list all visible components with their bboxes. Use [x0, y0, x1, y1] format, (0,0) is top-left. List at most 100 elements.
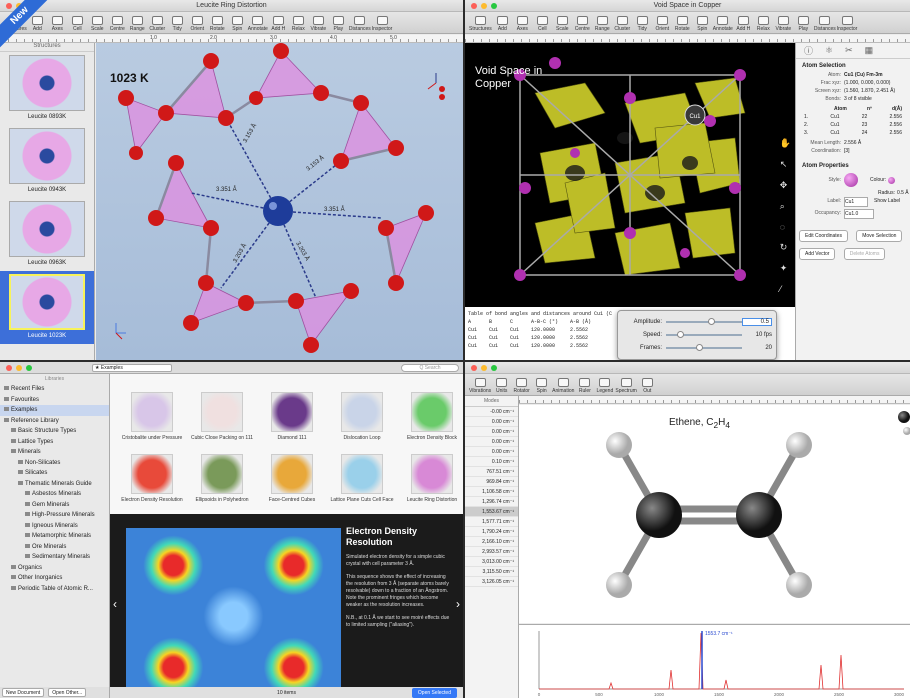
list-item[interactable]: 3,115.50 cm⁻¹	[465, 567, 518, 577]
toolbar-vibrations-button[interactable]: Vibrations	[469, 374, 491, 395]
example-item[interactable]: Dislocation Loop	[324, 392, 400, 441]
library-item-sedimentary-minerals[interactable]: Sedimentary Minerals	[0, 552, 109, 563]
magnify-icon[interactable]: ⌕	[780, 201, 791, 212]
list-item[interactable]: 3,126.05 cm⁻¹	[465, 577, 518, 587]
library-item-asbestos-minerals[interactable]: Asbestos Minerals	[0, 489, 109, 500]
example-item[interactable]: Electron Density Resolution	[114, 454, 190, 503]
example-item[interactable]: Cristobalite under Pressure	[114, 392, 190, 441]
structure-thumb[interactable]: Leucite 0963K	[0, 198, 94, 271]
amplitude-slider[interactable]	[666, 317, 742, 325]
toolbar-spin-button[interactable]: Spin	[228, 12, 247, 33]
list-item[interactable]: 767.51 cm⁻¹	[465, 467, 518, 477]
example-item[interactable]: Lattice Plane Cuts Cell Face	[324, 454, 400, 503]
toolbar-tidy-button[interactable]: Tidy	[168, 12, 187, 33]
minimize-icon[interactable]	[16, 365, 22, 371]
library-item-high-pressure-minerals[interactable]: High-Pressure Minerals	[0, 510, 109, 521]
library-item-favourites[interactable]: Favourites	[0, 395, 109, 406]
example-item[interactable]: Diamond 111	[254, 392, 330, 441]
list-item[interactable]: 1,296.74 cm⁻¹	[465, 497, 518, 507]
structure-thumb[interactable]: Leucite 0893K	[0, 52, 94, 125]
toolbar-cluster-button[interactable]: Cluster	[148, 12, 167, 33]
toolbar-cluster-button[interactable]: Cluster	[613, 12, 632, 33]
library-item-silicates[interactable]: Silicates	[0, 468, 109, 479]
list-item[interactable]: 1,577.71 cm⁻¹	[465, 517, 518, 527]
toolbar-scale-button[interactable]: Scale	[88, 12, 107, 33]
list-item[interactable]: 0.00 cm⁻¹	[465, 437, 518, 447]
library-item-basic-structure-types[interactable]: Basic Structure Types	[0, 426, 109, 437]
toolbar-scale-button[interactable]: Scale	[553, 12, 572, 33]
library-item-examples[interactable]: Examples	[0, 405, 109, 416]
new-document-button[interactable]: New Document	[2, 688, 45, 697]
occupancy-field[interactable]: Cu1.0	[844, 209, 874, 219]
library-item-thematic-minerals-guide[interactable]: Thematic Minerals Guide	[0, 479, 109, 490]
close-icon[interactable]	[471, 365, 477, 371]
list-item[interactable]: 2,993.57 cm⁻¹	[465, 547, 518, 557]
structure-thumb-selected[interactable]: Leucite 1023K	[0, 271, 94, 344]
toolbar-legend-button[interactable]: Legend	[595, 374, 614, 395]
list-item[interactable]: 0.10 cm⁻¹	[465, 457, 518, 467]
toolbar-distances-button[interactable]: Distances	[814, 12, 836, 33]
toolbar-units-button[interactable]: Units	[492, 374, 511, 395]
list-item[interactable]: 0.00 cm⁻¹	[465, 447, 518, 457]
library-item-metamorphic-minerals[interactable]: Metamorphic Minerals	[0, 531, 109, 542]
amplitude-field[interactable]: 0.5	[742, 317, 772, 326]
toolbar-inspector-button[interactable]: Inspector	[837, 12, 857, 33]
structure-thumb[interactable]: Leucite 0943K	[0, 125, 94, 198]
toolbar-spin-button[interactable]: Spin	[693, 12, 712, 33]
library-item-reference-library[interactable]: Reference Library	[0, 416, 109, 427]
toolbar-range-button[interactable]: Range	[128, 12, 147, 33]
zoom-icon[interactable]	[491, 365, 497, 371]
search-input[interactable]: Q Search	[401, 364, 459, 372]
info-icon[interactable]: ⓘ	[804, 44, 813, 57]
library-item-periodic-table-of-atomic-r[interactable]: Periodic Table of Atomic R...	[0, 584, 109, 595]
breadcrumb[interactable]: ★ Examples	[92, 364, 172, 372]
structure-view[interactable]: 1023 K 3.153 Å 3.153 Å 3.351 Å 3.351 Å 3…	[96, 43, 463, 360]
toolbar-vibrate-button[interactable]: Vibrate	[309, 12, 328, 33]
list-item[interactable]: 1,106.58 cm⁻¹	[465, 487, 518, 497]
hand-icon[interactable]: ✋	[780, 138, 791, 149]
move-icon[interactable]: ✥	[780, 180, 791, 191]
speed-slider[interactable]	[666, 330, 742, 338]
toolbar-play-button[interactable]: Play	[794, 12, 813, 33]
toolbar-cell-button[interactable]: Cell	[533, 12, 552, 33]
pointer-icon[interactable]: ↖	[780, 159, 791, 170]
next-arrow-icon[interactable]: ›	[456, 597, 460, 611]
toolbar-annotate-button[interactable]: Annotate	[713, 12, 733, 33]
toolbar-ruler-button[interactable]: Ruler	[575, 374, 594, 395]
toolbar-centre-button[interactable]: Centre	[573, 12, 592, 33]
list-item[interactable]: 1,553.67 cm⁻¹	[465, 507, 518, 517]
library-item-gem-minerals[interactable]: Gem Minerals	[0, 500, 109, 511]
close-icon[interactable]	[6, 365, 12, 371]
library-item-lattice-types[interactable]: Lattice Types	[0, 437, 109, 448]
toolbar-distances-button[interactable]: Distances	[349, 12, 371, 33]
toolbar-spectrum-button[interactable]: Spectrum	[615, 374, 637, 395]
toolbar-centre-button[interactable]: Centre	[108, 12, 127, 33]
toolbar-tidy-button[interactable]: Tidy	[633, 12, 652, 33]
list-item[interactable]: 3,013.00 cm⁻¹	[465, 557, 518, 567]
edit-coordinates-button[interactable]: Edit Coordinates	[799, 230, 848, 242]
list-item[interactable]: 969.84 cm⁻¹	[465, 477, 518, 487]
example-item[interactable]: Ellipsoids in Polyhedron	[184, 454, 260, 503]
atom-icon[interactable]: ⚛	[825, 45, 833, 56]
toolbar-axes-button[interactable]: Axes	[48, 12, 67, 33]
list-item[interactable]: 0.00 cm⁻¹	[465, 417, 518, 427]
molecule-view[interactable]: Ethene, C2H4	[519, 405, 910, 623]
structure-view[interactable]: Cu1 Void Space in Copper ✋ ↖ ✥ ⌕ ◌ ↻ ✦ ⁄	[465, 43, 795, 307]
toolbar-range-button[interactable]: Range	[593, 12, 612, 33]
frames-slider[interactable]	[666, 343, 742, 351]
example-item[interactable]: Leucite Ring Distortion	[394, 454, 463, 503]
colour-well[interactable]	[888, 176, 896, 184]
toolbar-add-h-button[interactable]: Add H	[269, 12, 288, 33]
wand-icon[interactable]: ✦	[780, 263, 791, 274]
toolbar-orient-button[interactable]: Orient	[188, 12, 207, 33]
open-selected-button[interactable]: Open Selected	[411, 688, 457, 698]
toolbar-relax-button[interactable]: Relax	[754, 12, 773, 33]
toolbar-rotate-button[interactable]: Rotate	[208, 12, 227, 33]
library-item-organics[interactable]: Organics	[0, 563, 109, 574]
delete-atoms-button[interactable]: Delete Atoms	[843, 248, 886, 260]
list-item[interactable]: 0.00 cm⁻¹	[465, 427, 518, 437]
toolbar-play-button[interactable]: Play	[329, 12, 348, 33]
toolbar-orient-button[interactable]: Orient	[653, 12, 672, 33]
example-item[interactable]: Face-Centred Cubes	[254, 454, 330, 503]
open-other-button[interactable]: Open Other...	[48, 688, 87, 697]
